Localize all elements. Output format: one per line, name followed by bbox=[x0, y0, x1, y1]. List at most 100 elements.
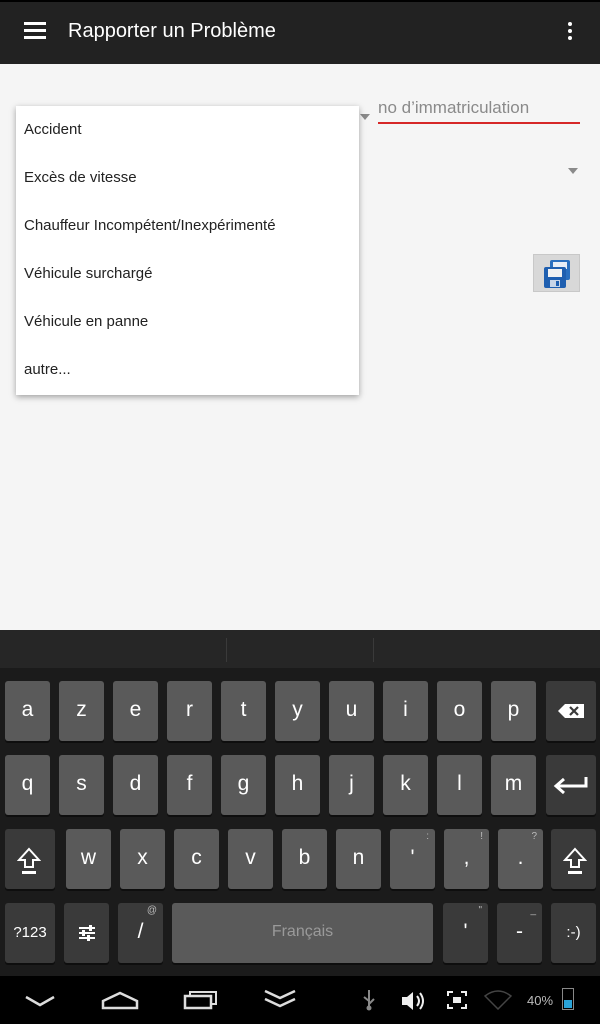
suggestion-strip bbox=[0, 630, 600, 668]
key-g[interactable]: g bbox=[221, 755, 266, 815]
key-m[interactable]: m bbox=[491, 755, 536, 815]
key-y[interactable]: y bbox=[275, 681, 320, 741]
key-label: t bbox=[240, 698, 247, 721]
key-f[interactable]: f bbox=[167, 755, 212, 815]
usb-icon bbox=[363, 990, 375, 1011]
enter-key[interactable] bbox=[546, 755, 596, 815]
key-label: :-) bbox=[566, 924, 581, 941]
key-w[interactable]: w bbox=[66, 829, 111, 889]
key-label: / bbox=[137, 920, 144, 943]
key-apostrophe[interactable]: ': bbox=[390, 829, 435, 889]
key-label: l bbox=[457, 772, 462, 795]
key-period[interactable]: .? bbox=[498, 829, 543, 889]
key-z[interactable]: z bbox=[59, 681, 104, 741]
key-j[interactable]: j bbox=[329, 755, 374, 815]
space-key[interactable]: Français bbox=[172, 903, 433, 963]
key-o[interactable]: o bbox=[437, 681, 482, 741]
home-icon[interactable] bbox=[100, 990, 140, 1010]
settings-key[interactable] bbox=[64, 903, 109, 963]
hide-keyboard-icon[interactable] bbox=[24, 994, 56, 1008]
save-button[interactable] bbox=[533, 254, 580, 292]
key-k[interactable]: k bbox=[383, 755, 428, 815]
key-hint: ! bbox=[480, 831, 483, 842]
dropdown-option[interactable]: autre... bbox=[16, 346, 359, 394]
key-s[interactable]: s bbox=[59, 755, 104, 815]
menu-chevron-icon[interactable] bbox=[262, 988, 298, 1010]
dropdown-option[interactable]: Véhicule en panne bbox=[16, 298, 359, 346]
key-x[interactable]: x bbox=[120, 829, 165, 889]
dropdown-option[interactable]: Accident bbox=[16, 106, 359, 154]
dropdown-option[interactable]: Véhicule surchargé bbox=[16, 250, 359, 298]
key-label: v bbox=[245, 846, 256, 869]
key-h[interactable]: h bbox=[275, 755, 320, 815]
key-label: s bbox=[76, 772, 87, 795]
backspace-icon bbox=[558, 704, 584, 718]
wifi-icon bbox=[484, 990, 512, 1010]
key-v[interactable]: v bbox=[228, 829, 273, 889]
key-label: . bbox=[517, 846, 524, 869]
volume-icon[interactable] bbox=[400, 990, 428, 1012]
key-label: h bbox=[291, 772, 304, 795]
key-label: r bbox=[186, 698, 193, 721]
recent-apps-icon[interactable] bbox=[182, 990, 220, 1010]
key-label: o bbox=[453, 698, 466, 721]
second-spinner-arrow-icon[interactable] bbox=[568, 168, 578, 174]
key-a[interactable]: a bbox=[5, 681, 50, 741]
key-label: y bbox=[292, 698, 303, 721]
backspace-key[interactable] bbox=[546, 681, 596, 741]
key-hint: " bbox=[478, 905, 482, 916]
overflow-menu-icon[interactable] bbox=[562, 22, 578, 44]
dropdown-option[interactable]: Excès de vitesse bbox=[16, 154, 359, 202]
key-label: c bbox=[191, 846, 202, 869]
key-label: f bbox=[186, 772, 193, 795]
key-i[interactable]: i bbox=[383, 681, 428, 741]
screenshot-icon[interactable] bbox=[446, 990, 468, 1010]
key-comma[interactable]: ,! bbox=[444, 829, 489, 889]
key-d[interactable]: d bbox=[113, 755, 158, 815]
key-c[interactable]: c bbox=[174, 829, 219, 889]
key-label: k bbox=[400, 772, 411, 795]
problem-type-spinner-arrow-icon[interactable] bbox=[360, 114, 370, 120]
key-label: ' bbox=[463, 920, 468, 943]
symbols-key[interactable]: ?123 bbox=[5, 903, 55, 963]
key-label: ' bbox=[410, 846, 415, 869]
shift-icon bbox=[563, 847, 587, 874]
apostrophe-key-2[interactable]: ' " bbox=[443, 903, 488, 963]
soft-keyboard: a z e r t y u i o p q s d f g h j k l m w x c v b n ':,!.? ?123 /@ Fr… bbox=[0, 630, 600, 976]
key-b[interactable]: b bbox=[282, 829, 327, 889]
key-label: d bbox=[129, 772, 142, 795]
app-bar: Rapporter un Problème bbox=[0, 2, 600, 64]
key-p[interactable]: p bbox=[491, 681, 536, 741]
dropdown-option[interactable]: Chauffeur Incompétent/Inexpérimenté bbox=[16, 202, 359, 250]
shift-key-right[interactable] bbox=[551, 829, 596, 889]
key-label: - bbox=[516, 920, 523, 943]
key-t[interactable]: t bbox=[221, 681, 266, 741]
key-label: w bbox=[80, 846, 97, 869]
key-label: z bbox=[76, 698, 87, 721]
key-label: n bbox=[352, 846, 365, 869]
key-u[interactable]: u bbox=[329, 681, 374, 741]
slash-key[interactable]: / @ bbox=[118, 903, 163, 963]
hamburger-menu-icon[interactable] bbox=[24, 22, 46, 42]
key-label: , bbox=[463, 846, 470, 869]
key-label: j bbox=[349, 772, 354, 795]
license-plate-input[interactable] bbox=[378, 94, 580, 124]
key-label: q bbox=[21, 772, 34, 795]
key-label: x bbox=[137, 846, 148, 869]
key-q[interactable]: q bbox=[5, 755, 50, 815]
key-r[interactable]: r bbox=[167, 681, 212, 741]
key-n[interactable]: n bbox=[336, 829, 381, 889]
shift-icon bbox=[17, 847, 41, 874]
battery-icon bbox=[562, 988, 574, 1010]
enter-arrow-icon bbox=[553, 777, 588, 795]
page-title: Rapporter un Problème bbox=[68, 20, 276, 42]
key-hint: _ bbox=[530, 905, 536, 916]
dash-key[interactable]: - _ bbox=[497, 903, 542, 963]
key-label: p bbox=[507, 698, 520, 721]
key-label: ?123 bbox=[13, 924, 47, 941]
key-l[interactable]: l bbox=[437, 755, 482, 815]
settings-sliders-icon bbox=[79, 925, 95, 941]
smiley-key[interactable]: :-) bbox=[551, 903, 596, 963]
key-e[interactable]: e bbox=[113, 681, 158, 741]
shift-key-left[interactable] bbox=[5, 829, 55, 889]
